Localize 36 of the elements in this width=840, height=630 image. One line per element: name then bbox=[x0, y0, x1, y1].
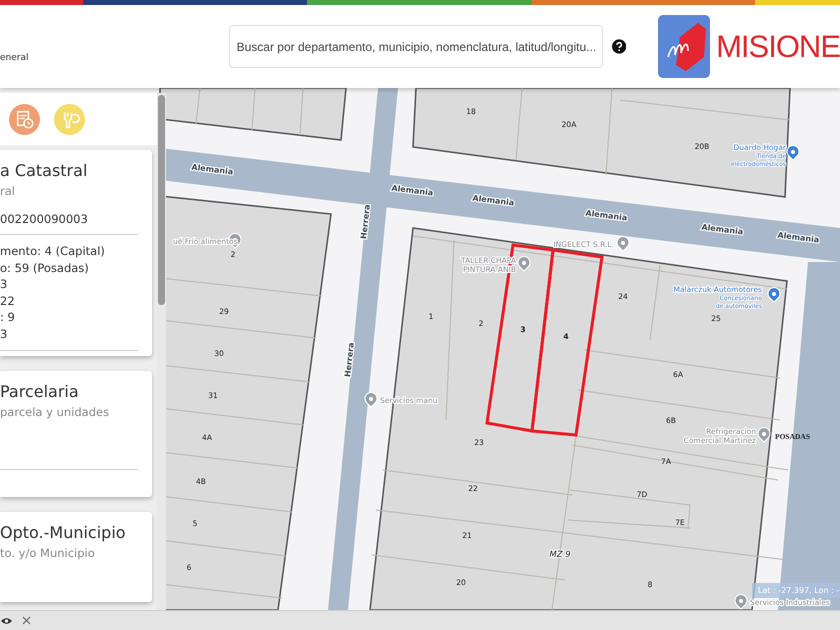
card-subtitle: parcela y unidades bbox=[0, 405, 110, 419]
street-name: Herrera bbox=[359, 204, 372, 240]
card-title: Parcelaria bbox=[0, 381, 80, 403]
street-name: Alemania bbox=[472, 194, 515, 208]
report-clock-icon[interactable] bbox=[9, 104, 40, 134]
logo-wordmark: MISIONE bbox=[716, 28, 840, 64]
card-subtitle: ral bbox=[0, 184, 16, 198]
eye-icon[interactable] bbox=[1, 616, 12, 624]
coordinates-readout: Lat : -27.397, Lon : - bbox=[752, 583, 840, 598]
map-pin-icon[interactable] bbox=[768, 287, 780, 302]
map-pin-icon[interactable] bbox=[758, 427, 770, 442]
detail-line: 3 bbox=[0, 276, 8, 292]
detail-line: 3 bbox=[0, 326, 8, 342]
help-icon[interactable] bbox=[612, 39, 626, 54]
card-subtitle: to. y/o Municipio bbox=[0, 546, 96, 560]
block-label: MZ 9 bbox=[549, 550, 571, 560]
street-name: Alemania bbox=[776, 230, 820, 245]
header-subtitle: eneral bbox=[0, 52, 30, 62]
street-name: Alemania bbox=[190, 162, 234, 177]
card-title: a Catastral bbox=[0, 160, 88, 182]
scrollbar[interactable] bbox=[157, 93, 166, 610]
search-field[interactable]: Buscar por departamento, municipio, nomenclatura, latitud/longitu... bbox=[228, 25, 603, 68]
street-name: Alemania bbox=[700, 222, 744, 237]
detail-line: mento: 4 (Capital) bbox=[0, 243, 106, 260]
parcel-code: 002200090003 bbox=[0, 212, 89, 226]
detail-line: : 9 bbox=[0, 309, 16, 326]
logo-icon bbox=[658, 15, 710, 78]
map-pin-icon[interactable] bbox=[786, 145, 800, 160]
selected-parcel-outline[interactable] bbox=[530, 248, 604, 437]
card-title: Opto.-Municipio bbox=[0, 522, 127, 544]
street-name: Alemania bbox=[584, 208, 628, 223]
detail-line: o: 59 (Posadas) bbox=[0, 260, 90, 276]
close-icon[interactable] bbox=[22, 616, 31, 625]
detail-line: 22 bbox=[0, 292, 16, 309]
street-name: Herrera bbox=[343, 342, 356, 378]
street-name: Alemania bbox=[390, 184, 434, 198]
